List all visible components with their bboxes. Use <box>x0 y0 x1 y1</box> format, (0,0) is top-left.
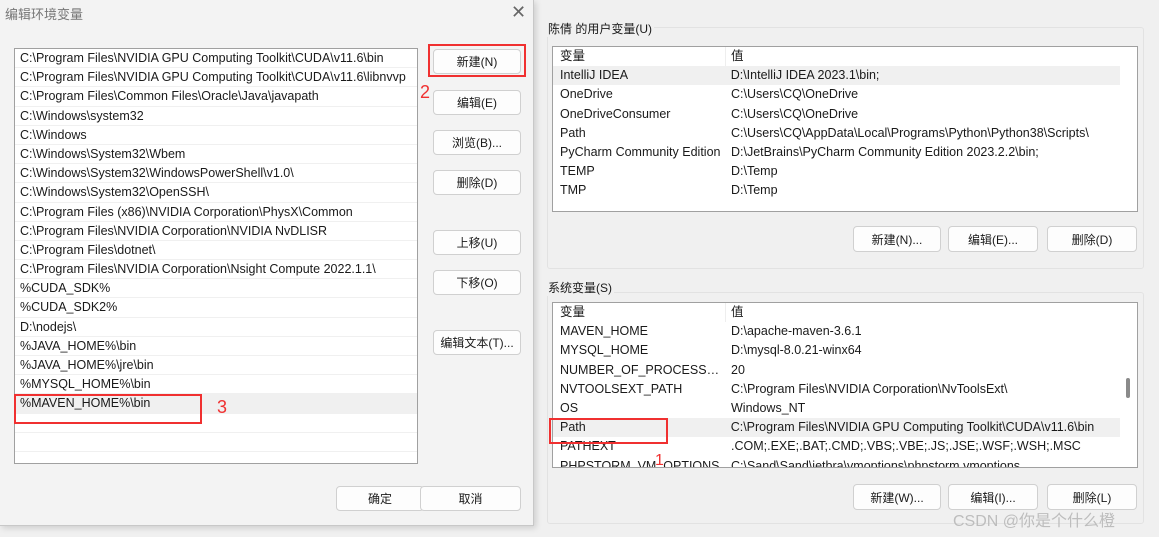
variable-name: TMP <box>560 183 587 198</box>
variable-value: C:\Program Files\NVIDIA Corporation\NvTo… <box>731 381 1008 396</box>
variable-name: Path <box>560 125 586 140</box>
variable-value: D:\Temp <box>731 164 778 179</box>
sys-new-button[interactable]: 新建(W)... <box>853 484 941 510</box>
variable-value: C:\Users\CQ\OneDrive <box>731 87 859 102</box>
variable-value: .COM;.EXE;.BAT;.CMD;.VBS;.VBE;.JS;.JSE;.… <box>731 439 1081 454</box>
table-header: 变量值 <box>553 303 1137 323</box>
variable-value: D:\IntelliJ IDEA 2023.1\bin; <box>730 68 880 83</box>
table-row[interactable]: Path C:\Users\CQ\AppData\Local\Programs\P… <box>553 124 1137 143</box>
cancel-button[interactable]: 取消 <box>420 486 521 511</box>
variable-name: NUMBER_OF_PROCESSORS <box>560 362 726 377</box>
variable-value: C:\Users\CQ\OneDrive <box>731 106 859 121</box>
path-list-item[interactable]: %JAVA_HOME%\bin <box>15 337 417 356</box>
path-list-item[interactable]: C:\Program Files\NVIDIA Corporation\NVID… <box>15 222 417 241</box>
variable-value: 20 <box>731 362 745 377</box>
table-row[interactable]: OS Windows_NT <box>553 399 1137 418</box>
path-list-item[interactable]: C:\Windows\System32\WindowsPowerShell\v1… <box>15 164 417 184</box>
table-row[interactable]: NUMBER_OF_PROCESSORS 20 <box>553 361 1137 380</box>
table-row[interactable]: TEMP D:\Temp <box>553 162 1137 181</box>
variable-name: PHPSTORM_VM_OPTIONS <box>560 458 720 468</box>
browse-button[interactable]: 浏览(B)... <box>433 130 521 155</box>
variable-name: PyCharm Community Edition <box>560 144 721 159</box>
annotation-3: 3 <box>217 397 228 417</box>
path-list-item[interactable]: %CUDA_SDK2% <box>15 298 417 318</box>
variable-value: C:\Users\CQ\AppData\Local\Programs\Pytho… <box>731 125 1089 140</box>
variable-value: D:\Temp <box>731 183 778 198</box>
annotation-2: 2 <box>420 82 431 102</box>
user-edit-button[interactable]: 编辑(E)... <box>948 226 1038 252</box>
header-value[interactable]: 值 <box>726 47 1121 66</box>
watermark: CSDN @你是个什么橙 <box>953 513 1116 530</box>
move-down-button[interactable]: 下移(O) <box>433 270 521 295</box>
path-list-item[interactable]: C:\Windows <box>15 126 417 145</box>
table-header: 变量值 <box>553 47 1137 67</box>
highlight-new-button <box>428 44 526 77</box>
path-list-item[interactable]: C:\Windows\System32\Wbem <box>15 145 417 165</box>
highlight-maven-path <box>14 394 202 424</box>
variable-value: C:\Sand\Sand\jetbra\vmoptions\phpstorm.v… <box>731 458 1021 468</box>
header-value[interactable]: 值 <box>726 303 1121 322</box>
path-list-item[interactable]: C:\Program Files\NVIDIA GPU Computing To… <box>15 49 417 69</box>
edit-env-dialog: 编辑环境变量 ✕ C:\Program Files\NVIDIA GPU Com… <box>0 0 534 526</box>
path-list-item[interactable]: C:\Program Files\NVIDIA GPU Computing To… <box>15 68 417 88</box>
variable-name: IntelliJ IDEA <box>560 68 629 83</box>
highlight-path-var <box>549 418 668 444</box>
path-list-item[interactable]: %MYSQL_HOME%\bin <box>15 375 417 395</box>
path-list-item[interactable]: D:\nodejs\ <box>15 318 417 337</box>
table-row[interactable]: PHPSTORM_VM_OPTIONS C:\Sand\Sand\jetbra\v… <box>553 457 1137 468</box>
path-list-item[interactable]: C:\Windows\System32\OpenSSH\ <box>15 183 417 203</box>
variable-name: TEMP <box>560 164 595 179</box>
delete-button[interactable]: 删除(D) <box>433 170 521 195</box>
path-list-item[interactable]: %JAVA_HOME%\jre\bin <box>15 356 417 376</box>
user-delete-button[interactable]: 删除(D) <box>1047 226 1137 252</box>
scrollbar-thumb[interactable] <box>1126 378 1130 398</box>
table-row[interactable]: OneDrive C:\Users\CQ\OneDrive <box>553 85 1137 104</box>
path-list-item[interactable] <box>15 433 417 452</box>
table-row[interactable]: MYSQL_HOME D:\mysql-8.0.21-winx64 <box>553 341 1137 360</box>
variable-name: OS <box>560 400 579 415</box>
sys-vars-label: 系统变量(S) <box>546 279 614 296</box>
path-list-item[interactable]: C:\Program Files\NVIDIA Corporation\Nsig… <box>15 260 417 280</box>
path-list-item[interactable]: %CUDA_SDK% <box>15 279 417 299</box>
annotation-1: 1 <box>655 452 664 469</box>
header-variable[interactable]: 变量 <box>553 303 726 323</box>
header-variable[interactable]: 变量 <box>553 47 726 67</box>
variable-value: D:\mysql-8.0.21-winx64 <box>731 343 862 358</box>
path-list-item[interactable]: C:\Program Files\Common Files\Oracle\Jav… <box>15 87 417 107</box>
table-row[interactable]: OneDriveConsumer C:\Users\CQ\OneDrive <box>553 105 1137 124</box>
ok-button[interactable]: 确定 <box>336 486 424 511</box>
table-row[interactable]: MAVEN_HOME D:\apache-maven-3.6.1 <box>553 322 1137 341</box>
table-row[interactable]: IntelliJ IDEA D:\IntelliJ IDEA 2023.1\bin… <box>553 66 1120 86</box>
user-new-button[interactable]: 新建(N)... <box>853 226 941 252</box>
variable-value: Windows_NT <box>731 400 806 415</box>
variable-name: MYSQL_HOME <box>560 343 649 358</box>
table-row[interactable]: TMP D:\Temp <box>553 181 1137 200</box>
variable-value: D:\JetBrains\PyCharm Community Edition 2… <box>731 144 1039 159</box>
dialog-title: 编辑环境变量 <box>5 7 84 22</box>
variable-name: OneDrive <box>560 87 613 102</box>
user-vars-label: 陈倩 的用户变量(U) <box>546 20 654 37</box>
variable-value: C:\Program Files\NVIDIA GPU Computing To… <box>730 420 1095 435</box>
table-row[interactable]: PyCharm Community Edition D:\JetBrains\Py… <box>553 143 1137 162</box>
variable-name: OneDriveConsumer <box>560 106 671 121</box>
close-icon[interactable]: ✕ <box>511 2 526 23</box>
variable-name: MAVEN_HOME <box>560 324 648 339</box>
move-up-button[interactable]: 上移(U) <box>433 230 521 255</box>
variable-name: NVTOOLSEXT_PATH <box>560 381 683 396</box>
path-list-item[interactable]: C:\Program Files (x86)\NVIDIA Corporatio… <box>15 203 417 222</box>
user-vars-table[interactable]: 变量值 IntelliJ IDEA D:\IntelliJ IDEA 2023.1\… <box>552 46 1138 212</box>
edit-text-button[interactable]: 编辑文本(T)... <box>433 330 521 355</box>
path-list-item[interactable]: C:\Program Files\dotnet\ <box>15 241 417 261</box>
path-list-item[interactable]: C:\Windows\system32 <box>15 107 417 126</box>
variable-value: D:\apache-maven-3.6.1 <box>731 324 862 339</box>
table-row[interactable]: NVTOOLSEXT_PATH C:\Program Files\NVIDIA C… <box>553 380 1137 399</box>
edit-button[interactable]: 编辑(E) <box>433 90 521 115</box>
